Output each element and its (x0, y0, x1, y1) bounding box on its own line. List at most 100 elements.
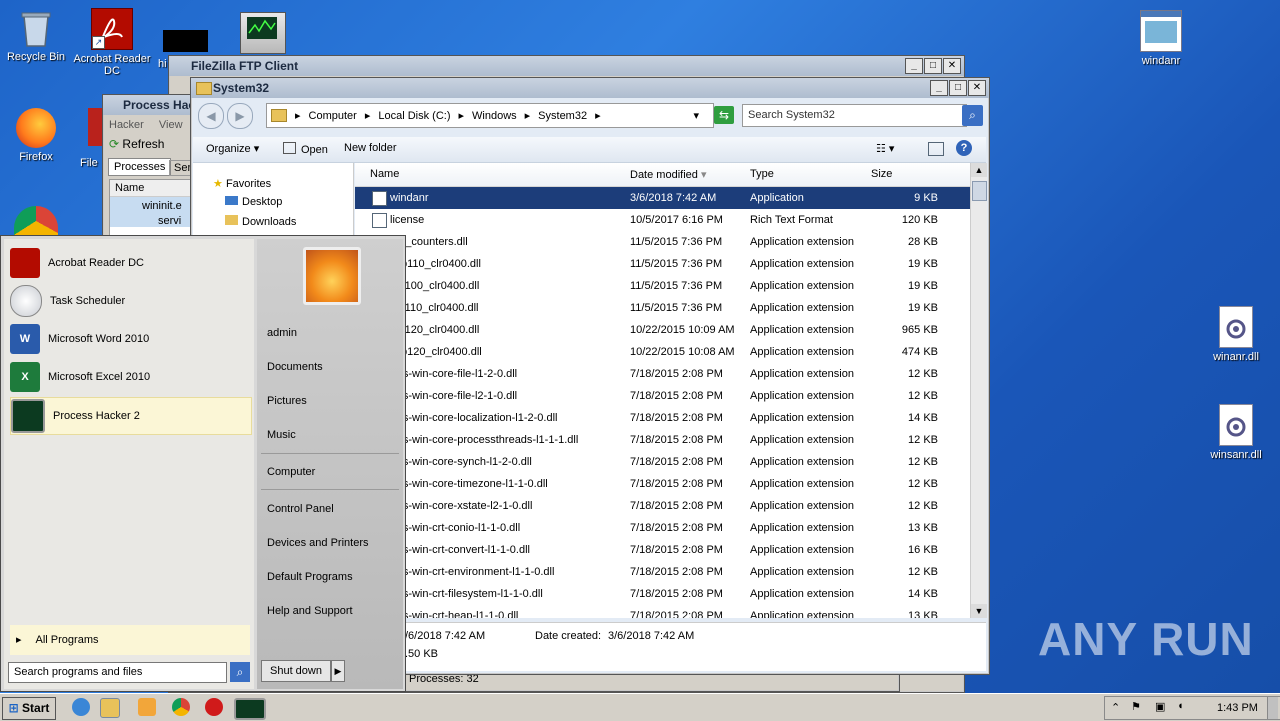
nav-downloads[interactable]: Downloads (225, 215, 296, 228)
column-name[interactable]: Name (110, 180, 196, 197)
desktop-black-icon[interactable] (163, 30, 208, 52)
media-player-icon[interactable] (138, 698, 156, 716)
organize-button[interactable]: Organize ▾ (206, 142, 259, 155)
scroll-up-button[interactable]: ▲ (971, 163, 987, 177)
search-input[interactable]: Search System32 (742, 104, 967, 127)
chevron-right-icon[interactable]: ▸ (295, 109, 301, 122)
desktop-icon-firefox[interactable]: Firefox (0, 108, 76, 163)
desktop-icon-winanr-dll[interactable]: winanr.dll (1196, 306, 1276, 363)
file-row[interactable]: -ms-win-crt-conio-l1-1-0.dll 7/18/2015 2:… (355, 517, 970, 539)
chevron-right-icon[interactable]: ▸ (525, 109, 531, 122)
program-acrobat[interactable]: Acrobat Reader DC (10, 245, 250, 281)
explorer-icon[interactable] (100, 698, 120, 718)
shutdown-button[interactable]: Shut down (261, 660, 331, 682)
file-row[interactable]: windanr 3/6/2018 7:42 AM Application 9 KB (355, 187, 970, 209)
close-button[interactable]: ✕ (968, 80, 986, 96)
column-type[interactable]: Type (750, 168, 774, 180)
address-dropdown-icon[interactable]: ▾ (693, 109, 699, 122)
file-row[interactable]: -ms-win-core-localization-l1-2-0.dll 7/18… (355, 407, 970, 429)
breadcrumb-computer[interactable]: Computer (309, 110, 357, 122)
refresh-button[interactable]: ⇆ (714, 106, 734, 124)
tab-processes[interactable]: Processes (108, 158, 172, 176)
open-button[interactable]: Open (283, 142, 328, 156)
close-button[interactable]: ✕ (943, 58, 961, 74)
nav-favorites[interactable]: ★ Favorites (213, 177, 271, 190)
ie-icon[interactable] (72, 698, 90, 716)
menu-hacker[interactable]: Hacker (109, 119, 144, 131)
back-button[interactable]: ◀ (198, 103, 224, 129)
tree-item-wininit[interactable]: wininit.e (110, 197, 196, 212)
file-row[interactable]: vcr100_clr0400.dll 11/5/2015 7:36 PM Appli… (355, 275, 970, 297)
column-name[interactable]: Name (370, 168, 399, 180)
preview-pane-icon[interactable] (928, 142, 944, 156)
scroll-down-button[interactable]: ▼ (971, 604, 987, 618)
breadcrumb-windows[interactable]: Windows (472, 110, 517, 122)
places-control-panel[interactable]: Control Panel (267, 503, 334, 515)
flag-icon[interactable]: ⚑ (1131, 700, 1141, 713)
desktop-chrome-icon[interactable] (14, 206, 58, 236)
file-row[interactable]: -ms-win-crt-convert-l1-1-0.dll 7/18/2015 … (355, 539, 970, 561)
nav-desktop[interactable]: Desktop (225, 196, 282, 208)
maximize-button[interactable]: □ (949, 80, 967, 96)
view-options-icon[interactable]: ☷ ▾ (876, 142, 894, 155)
file-row[interactable]: license 10/5/2017 6:16 PM Rich Text Format… (355, 209, 970, 231)
desktop-icon-acrobat[interactable]: ↗ Acrobat Reader DC (72, 8, 152, 77)
process-hacker-taskbar-icon[interactable] (234, 698, 266, 720)
file-row[interactable]: -ms-win-core-file-l1-2-0.dll 7/18/2015 2:… (355, 363, 970, 385)
file-row[interactable]: vcr120_clr0400.dll 10/22/2015 10:09 AM App… (355, 319, 970, 341)
places-music[interactable]: Music (267, 429, 296, 441)
minimize-button[interactable]: _ (930, 80, 948, 96)
desktop-icon-windanr[interactable]: windanr (1121, 10, 1201, 67)
file-row[interactable]: -ms-win-core-file-l2-1-0.dll 7/18/2015 2:… (355, 385, 970, 407)
file-row[interactable]: -ms-win-crt-heap-l1-1-0.dll 7/18/2015 2:0… (355, 605, 970, 618)
chrome-icon[interactable] (172, 698, 190, 716)
address-bar[interactable]: ▸ Computer ▸ Local Disk (C:) ▸ Windows ▸ Sy… (266, 103, 714, 128)
file-row[interactable]: -ms-win-crt-environment-l1-1-0.dll 7/18/2… (355, 561, 970, 583)
opera-icon[interactable] (205, 698, 223, 716)
places-devices-printers[interactable]: Devices and Printers (267, 537, 369, 549)
start-button[interactable]: ⊞ Start (2, 697, 56, 720)
minimize-button[interactable]: _ (905, 58, 923, 74)
program-process-hacker[interactable]: Process Hacker 2 (10, 397, 252, 435)
file-row[interactable]: vcp120_clr0400.dll 10/22/2015 10:08 AM App… (355, 341, 970, 363)
file-row[interactable]: vcp110_clr0400.dll 11/5/2015 7:36 PM Appli… (355, 253, 970, 275)
column-size[interactable]: Size (871, 168, 892, 180)
user-picture[interactable] (303, 247, 361, 305)
show-desktop-button[interactable] (1267, 697, 1278, 719)
file-row[interactable]: vcr110_clr0400.dll 11/5/2015 7:36 PM Appli… (355, 297, 970, 319)
tree-item-services[interactable]: servi (110, 212, 196, 227)
help-icon[interactable]: ? (956, 140, 972, 156)
desktop-icon-recycle-bin[interactable]: Recycle Bin (0, 8, 76, 63)
clock[interactable]: 1:43 PM (1217, 702, 1258, 714)
program-word[interactable]: W Microsoft Word 2010 (10, 321, 250, 357)
breadcrumb-system32[interactable]: System32 (538, 110, 587, 122)
start-search-input[interactable]: Search programs and files (8, 662, 227, 683)
vertical-scrollbar[interactable]: ▲ ▼ (970, 163, 987, 618)
chevron-right-icon[interactable]: ▸ (595, 109, 601, 122)
file-row[interactable]: net_counters.dll 11/5/2015 7:36 PM Applica… (355, 231, 970, 253)
menu-view[interactable]: View (159, 119, 183, 131)
forward-button[interactable]: ▶ (227, 103, 253, 129)
chevron-right-icon[interactable]: ▸ (365, 109, 371, 122)
column-date-modified[interactable]: Date modified ▾ (630, 168, 706, 181)
filezilla-titlebar[interactable]: FileZilla FTP Client _ □ ✕ (169, 56, 964, 76)
breadcrumb-local-disk[interactable]: Local Disk (C:) (378, 110, 450, 122)
places-pictures[interactable]: Pictures (267, 395, 307, 407)
network-icon[interactable]: ▣ (1155, 700, 1165, 713)
program-task-scheduler[interactable]: Task Scheduler (10, 283, 250, 319)
file-row[interactable]: -ms-win-crt-filesystem-l1-1-0.dll 7/18/20… (355, 583, 970, 605)
search-icon[interactable]: ⌕ (230, 662, 250, 682)
new-folder-button[interactable]: New folder (344, 142, 397, 154)
chevron-right-icon[interactable]: ▸ (458, 109, 464, 122)
show-hidden-icons[interactable]: ⌃ (1111, 701, 1120, 714)
file-row[interactable]: -ms-win-core-processthreads-l1-1-1.dll 7/… (355, 429, 970, 451)
volume-icon[interactable]: ◖ (1177, 700, 1184, 712)
shutdown-options-button[interactable]: ▶ (331, 660, 345, 682)
explorer-titlebar[interactable]: System32 _ □ ✕ (191, 78, 989, 98)
file-row[interactable]: -ms-win-core-xstate-l2-1-0.dll 7/18/2015 … (355, 495, 970, 517)
desktop-icon-process-hacker[interactable] (240, 12, 286, 54)
places-help-support[interactable]: Help and Support (267, 605, 353, 617)
places-admin[interactable]: admin (267, 327, 297, 339)
places-computer[interactable]: Computer (267, 466, 315, 478)
file-row[interactable]: -ms-win-core-synch-l1-2-0.dll 7/18/2015 2… (355, 451, 970, 473)
